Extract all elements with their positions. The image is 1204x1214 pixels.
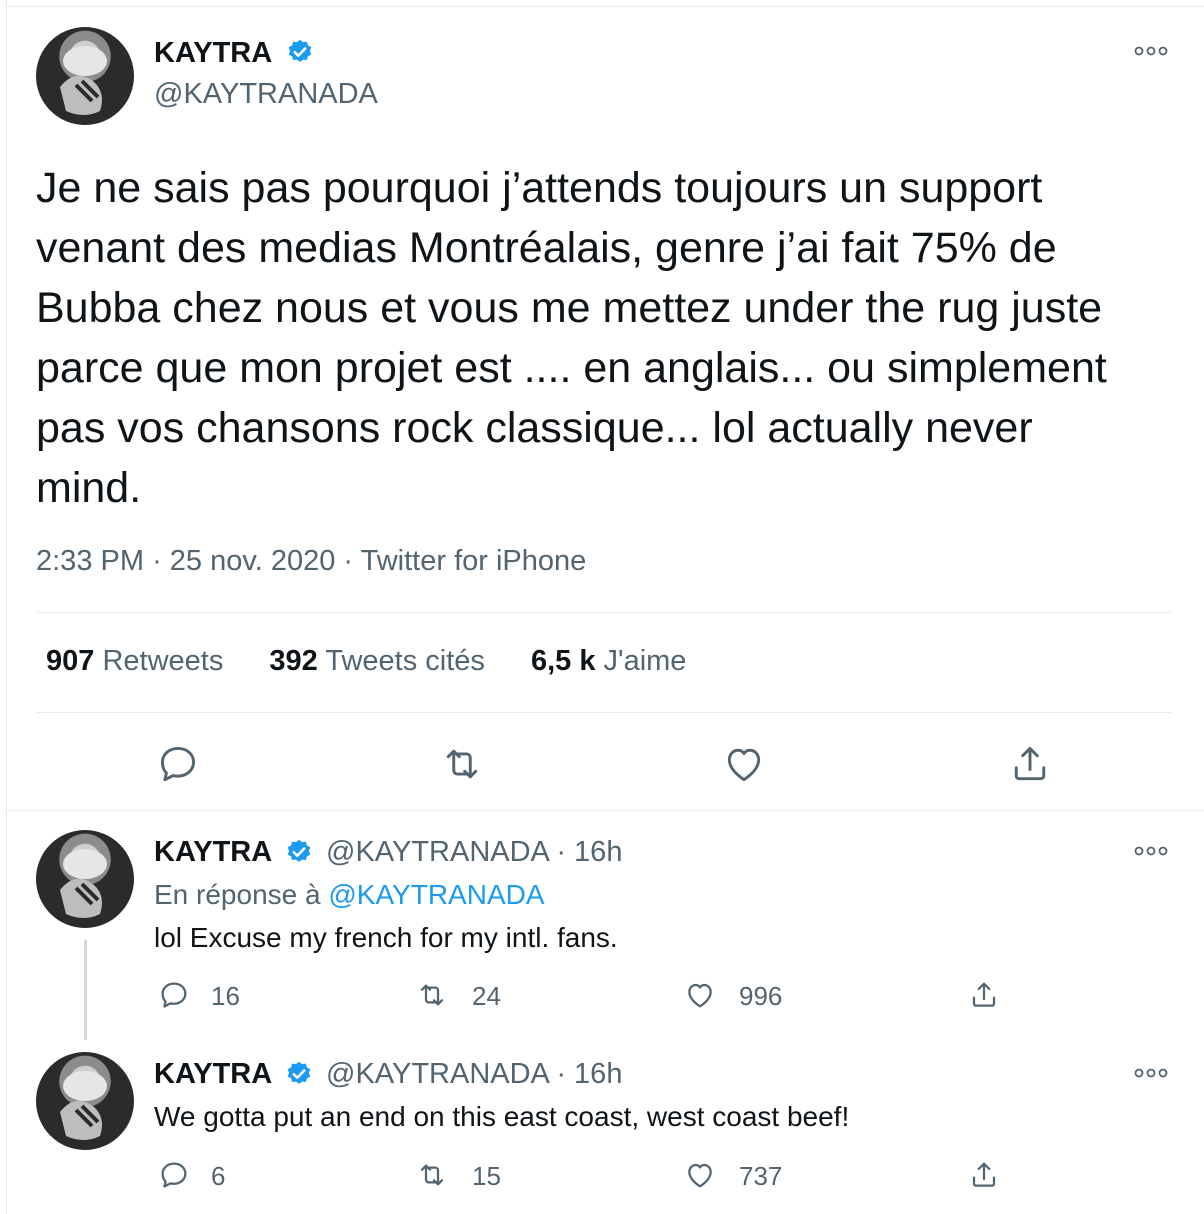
heart-icon[interactable] — [684, 979, 716, 1011]
quotes-stat[interactable]: 392 Tweets cités — [269, 645, 485, 677]
tweet-meta: 2:33 PM · 25 nov. 2020 · Twitter for iPh… — [36, 545, 586, 578]
tweet-date[interactable]: 25 nov. 2020 — [170, 545, 336, 577]
handle-time[interactable]: @KAYTRANADA · 16h — [326, 836, 622, 869]
retweet-count: 15 — [472, 1161, 501, 1191]
reply-icon[interactable] — [158, 979, 190, 1011]
more-icon[interactable] — [1134, 1066, 1168, 1080]
more-icon[interactable] — [1134, 844, 1168, 858]
retweet-icon[interactable] — [440, 742, 484, 786]
avatar[interactable] — [36, 830, 134, 928]
divider — [36, 712, 1172, 713]
divider — [6, 810, 1204, 811]
handle[interactable]: @KAYTRANADA — [154, 78, 378, 111]
handle-time[interactable]: @KAYTRANADA · 16h — [326, 1058, 622, 1091]
in-reply-link[interactable]: @KAYTRANADA — [328, 879, 544, 910]
tweet-text: Je ne sais pas pourquoi j’attends toujou… — [36, 164, 1107, 512]
likes-label: J'aime — [603, 645, 687, 677]
display-name[interactable]: KAYTRA — [154, 1058, 272, 1091]
retweet-icon[interactable] — [416, 1159, 448, 1191]
like-count: 737 — [739, 1161, 783, 1191]
more-icon[interactable] — [1134, 44, 1168, 58]
reply-text: We gotta put an end on this east coast, … — [154, 1101, 850, 1132]
verified-badge-icon — [287, 1061, 311, 1084]
reply-count: 6 — [211, 1161, 226, 1191]
tweet-time[interactable]: 2:33 PM — [36, 545, 144, 577]
like-count: 996 — [739, 981, 783, 1011]
meta-separator: · — [152, 545, 162, 577]
retweets-label: Retweets — [102, 645, 224, 677]
avatar[interactable] — [36, 1052, 134, 1150]
reply-count: 16 — [211, 981, 240, 1011]
avatar-image — [60, 46, 107, 115]
retweets-stat[interactable]: 907 Retweets — [46, 645, 223, 677]
in-reply-prefix: En réponse à — [154, 879, 321, 910]
retweet-icon[interactable] — [416, 979, 448, 1011]
heart-icon[interactable] — [722, 742, 766, 786]
meta-separator: · — [343, 545, 354, 577]
share-icon[interactable] — [968, 1159, 1000, 1191]
tweet-stats: 907 Retweets 392 Tweets cités 6,5 k J'ai… — [46, 645, 724, 678]
thread-line — [84, 940, 87, 1040]
likes-stat[interactable]: 6,5 k J'aime — [531, 645, 686, 677]
retweet-count: 24 — [472, 981, 501, 1011]
reply-text: lol Excuse my french for my intl. fans. — [154, 922, 618, 953]
retweets-count: 907 — [46, 645, 95, 677]
in-reply-to: En réponse à @KAYTRANADA — [154, 879, 545, 911]
reply-icon[interactable] — [158, 1159, 190, 1191]
top-border — [6, 6, 1204, 7]
avatar-image — [60, 849, 107, 918]
quotes-count: 392 — [269, 645, 318, 677]
verified-badge-icon — [287, 839, 311, 862]
left-border — [6, 0, 7, 1214]
divider — [36, 612, 1172, 613]
tweet-source[interactable]: Twitter for iPhone — [361, 545, 587, 577]
likes-count: 6,5 k — [530, 645, 596, 677]
avatar-image — [60, 1071, 107, 1140]
verified-badge-icon — [288, 39, 312, 62]
heart-icon[interactable] — [684, 1159, 716, 1191]
display-name[interactable]: KAYTRA — [154, 37, 272, 70]
display-name[interactable]: KAYTRA — [154, 836, 272, 869]
share-icon[interactable] — [1008, 742, 1052, 786]
avatar[interactable] — [36, 27, 134, 125]
reply-icon[interactable] — [156, 742, 200, 786]
share-icon[interactable] — [968, 979, 1000, 1011]
quotes-label: Tweets cités — [325, 645, 485, 677]
